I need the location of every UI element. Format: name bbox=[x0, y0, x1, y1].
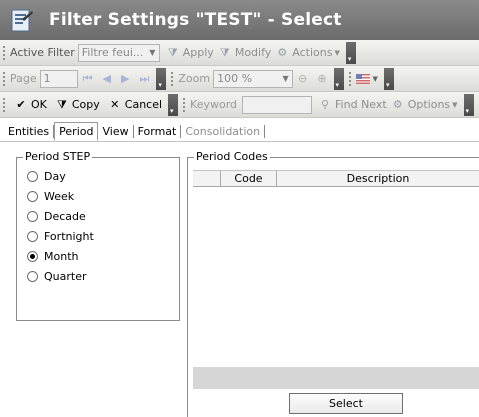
period-codes-grid-header: Code Description bbox=[193, 170, 479, 187]
radio-quarter[interactable]: Quarter bbox=[27, 270, 87, 283]
toolbar-grip[interactable] bbox=[2, 44, 6, 61]
period-codes-title: Period Codes bbox=[194, 150, 270, 163]
title-bar: Filter Settings "TEST" - Select bbox=[0, 0, 479, 40]
checkmark-icon: ✔ bbox=[16, 97, 26, 111]
filter-toolbar: Active Filter Filtre feui... ▼ ⧩ Apply ⧩… bbox=[0, 40, 479, 66]
tab-period[interactable]: Period bbox=[54, 121, 99, 141]
tab-bar: Entities Period View Format Consolidatio… bbox=[0, 120, 479, 142]
next-page-icon[interactable]: ▶ bbox=[121, 72, 129, 85]
radio-button-selected[interactable] bbox=[27, 251, 38, 262]
find-next-button[interactable]: ⚲ Find Next bbox=[318, 98, 387, 112]
radio-button[interactable] bbox=[27, 211, 38, 222]
page-label: Page bbox=[10, 72, 37, 85]
close-icon: ✕ bbox=[110, 97, 120, 111]
radio-month[interactable]: Month bbox=[27, 250, 78, 263]
period-step-group: Period STEP Day Week Decade Fortnight Mo… bbox=[16, 150, 180, 321]
chevron-down-icon: ▼ bbox=[372, 74, 378, 83]
filter-edit-icon: ⧩ bbox=[219, 45, 230, 59]
ok-button[interactable]: ✔ OK bbox=[14, 97, 46, 112]
zoom-in-icon[interactable]: ⊕ bbox=[317, 72, 326, 85]
tab-consolidation[interactable]: Consolidation bbox=[181, 124, 266, 138]
period-codes-grid-footer bbox=[193, 367, 479, 389]
first-page-icon[interactable]: ⏮ bbox=[83, 72, 93, 86]
language-button[interactable]: ▼ bbox=[355, 72, 378, 86]
us-flag-icon bbox=[355, 72, 370, 86]
apply-button[interactable]: ⧩ Apply bbox=[166, 46, 214, 60]
toolbar-grip[interactable] bbox=[2, 96, 6, 113]
toolbar-options-handle[interactable] bbox=[463, 93, 474, 116]
radio-button[interactable] bbox=[27, 171, 38, 182]
actions-button[interactable]: ⚙ Actions ▼ bbox=[275, 46, 340, 60]
binoculars-icon: ⚲ bbox=[321, 97, 330, 111]
toolbar-grip[interactable] bbox=[182, 96, 187, 113]
radio-decade[interactable]: Decade bbox=[27, 210, 86, 223]
row-selector-header bbox=[193, 171, 221, 186]
column-header-code[interactable]: Code bbox=[221, 171, 277, 186]
toolbar-options-handle[interactable] bbox=[345, 41, 356, 64]
navigation-toolbar: Page 1 ⏮ ◀ ▶ ⏭ Zoom 100 % ▼ ⊖ ⊕ ▼ bbox=[0, 66, 479, 92]
cancel-button[interactable]: ✕ Cancel bbox=[108, 98, 162, 112]
copy-button[interactable]: ⧩ Copy bbox=[55, 98, 100, 112]
tab-format[interactable]: Format bbox=[134, 124, 182, 138]
toolbar-options-handle[interactable] bbox=[168, 93, 179, 116]
last-page-icon[interactable]: ⏭ bbox=[139, 72, 149, 86]
gear-icon: ⚙ bbox=[392, 97, 403, 111]
keyword-input[interactable] bbox=[242, 95, 313, 114]
radio-button[interactable] bbox=[27, 191, 38, 202]
tab-entities[interactable]: Entities bbox=[4, 124, 55, 138]
options-button[interactable]: ⚙ Options ▼ bbox=[391, 98, 458, 112]
toolbar-grip[interactable] bbox=[170, 70, 175, 87]
chevron-down-icon: ▼ bbox=[334, 48, 340, 57]
keyword-label: Keyword bbox=[190, 98, 238, 111]
toolbar-grip[interactable] bbox=[347, 70, 352, 87]
filter-settings-icon bbox=[8, 7, 34, 33]
radio-button[interactable] bbox=[27, 271, 38, 282]
radio-fortnight[interactable]: Fortnight bbox=[27, 230, 94, 243]
radio-button[interactable] bbox=[27, 231, 38, 242]
window-title: Filter Settings "TEST" - Select bbox=[49, 10, 342, 30]
gear-icon: ⚙ bbox=[277, 45, 288, 59]
zoom-dropdown[interactable]: 100 % ▼ bbox=[213, 69, 294, 88]
previous-page-icon[interactable]: ◀ bbox=[103, 72, 111, 85]
toolbar-options-handle[interactable] bbox=[333, 67, 344, 90]
tab-view[interactable]: View bbox=[98, 124, 134, 138]
period-codes-grid-body[interactable] bbox=[193, 187, 479, 367]
page-input[interactable]: 1 bbox=[39, 69, 78, 88]
radio-day[interactable]: Day bbox=[27, 170, 66, 183]
active-filter-dropdown[interactable]: Filtre feui... ▼ bbox=[77, 43, 160, 62]
filter-copy-icon: ⧩ bbox=[56, 97, 67, 111]
modify-button[interactable]: ⧩ Modify bbox=[218, 46, 271, 60]
toolbar-options-handle[interactable] bbox=[383, 67, 394, 90]
active-filter-label: Active Filter bbox=[10, 46, 75, 59]
zoom-out-icon[interactable]: ⊖ bbox=[298, 72, 307, 85]
select-button[interactable]: Select bbox=[289, 393, 403, 414]
action-toolbar: ✔ OK ⧩ Copy ✕ Cancel Keyword ⚲ Find Next… bbox=[0, 92, 479, 118]
chevron-down-icon: ▼ bbox=[452, 100, 458, 109]
zoom-label: Zoom bbox=[178, 72, 211, 85]
chevron-down-icon: ▼ bbox=[149, 48, 156, 57]
filter-icon: ⧩ bbox=[167, 45, 178, 59]
chevron-down-icon: ▼ bbox=[282, 74, 289, 83]
toolbar-grip[interactable] bbox=[2, 70, 6, 87]
period-step-title: Period STEP bbox=[23, 150, 93, 163]
tab-divider bbox=[0, 141, 479, 142]
toolbar-options-handle[interactable] bbox=[156, 67, 167, 90]
column-header-description[interactable]: Description bbox=[277, 171, 479, 186]
radio-week[interactable]: Week bbox=[27, 190, 74, 203]
